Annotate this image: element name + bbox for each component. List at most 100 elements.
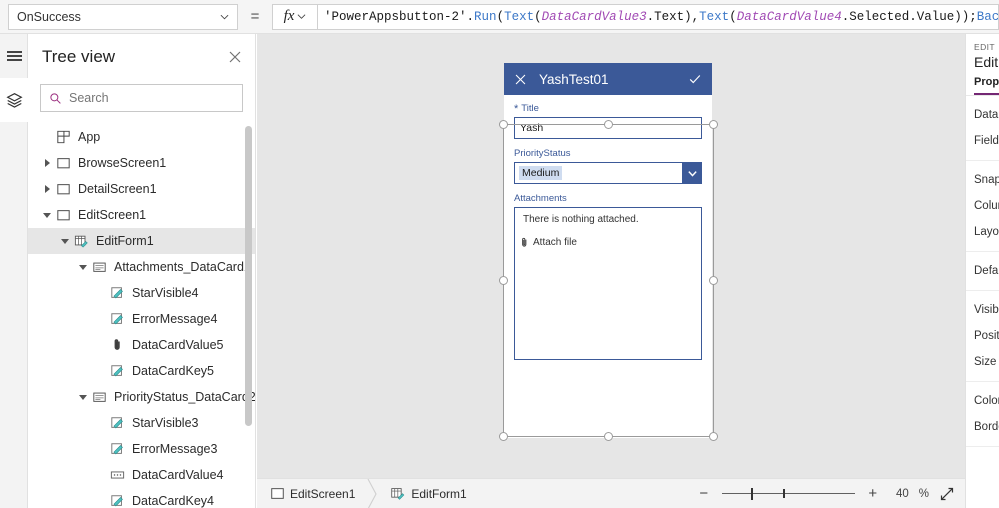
twisty-expanded-icon[interactable]	[58, 228, 72, 254]
resize-handle[interactable]	[498, 431, 508, 441]
tree-item-datacardvalue4[interactable]: DataCardValue4	[28, 462, 255, 488]
tree-item-prioritystatus_datacard2[interactable]: PriorityStatus_DataCard2	[28, 384, 255, 410]
twisty-collapsed-icon[interactable]	[40, 150, 54, 176]
label-icon	[110, 495, 123, 507]
attachments-empty-text: There is nothing attached.	[523, 214, 639, 225]
hamburger-menu-button[interactable]	[0, 34, 28, 78]
breadcrumb-item-screen[interactable]: EditScreen1	[257, 479, 367, 508]
tree-item-errormessage4[interactable]: ErrorMessage4	[28, 306, 255, 332]
breadcrumb-item-form[interactable]: EditForm1	[377, 479, 478, 508]
screen-icon	[271, 488, 284, 499]
tree-item-app[interactable]: App	[28, 124, 255, 150]
checkmark-icon[interactable]	[688, 72, 702, 86]
property-row[interactable]: Position	[966, 323, 999, 349]
tree-item-datacardkey5[interactable]: DataCardKey5	[28, 358, 255, 384]
tree-item-label: DataCardValue5	[132, 338, 224, 352]
close-icon[interactable]	[227, 49, 243, 65]
properties-section: Data sourceFields	[966, 96, 999, 161]
attach-file-button[interactable]: Attach file	[520, 237, 696, 248]
tree-item-label: DataCardValue4	[132, 468, 224, 482]
resize-handle[interactable]	[603, 431, 613, 441]
search-input[interactable]: Search	[40, 84, 243, 112]
powerapps-studio: OnSuccess = fx 'PowerAppsbutton-2'.Run(T…	[0, 0, 999, 508]
tree-item-datacardvalue5[interactable]: DataCardValue5	[28, 332, 255, 358]
tree-item-browsescreen1[interactable]: BrowseScreen1	[28, 150, 255, 176]
property-row[interactable]: Default mode	[966, 258, 999, 284]
zoom-out-button[interactable]: −	[696, 485, 712, 502]
tree-item-editscreen1[interactable]: EditScreen1	[28, 202, 255, 228]
twisty-placeholder	[94, 306, 108, 332]
twisty-expanded-icon[interactable]	[76, 384, 90, 410]
chevron-down-icon	[220, 14, 229, 19]
tab-properties[interactable]: Properties	[974, 76, 999, 95]
resize-handle[interactable]	[708, 119, 718, 129]
resize-handle[interactable]	[708, 275, 718, 285]
property-row[interactable]: Snap to columns	[966, 167, 999, 193]
twisty-collapsed-icon[interactable]	[40, 176, 54, 202]
property-row[interactable]: Color	[966, 388, 999, 414]
tree-item-datacardkey4[interactable]: DataCardKey4	[28, 488, 255, 508]
tree-item-label: EditScreen1	[78, 208, 147, 222]
tree-item-label: ErrorMessage4	[132, 312, 218, 326]
label-icon	[110, 287, 123, 299]
formula-input[interactable]: 'PowerAppsbutton-2'.Run(Text(DataCardVal…	[318, 3, 999, 30]
zoom-slider-thumb[interactable]	[750, 487, 753, 500]
zoom-slider-track	[721, 492, 855, 494]
tree-item-editform1[interactable]: EditForm1	[28, 228, 255, 254]
breadcrumb-form-label: EditForm1	[411, 486, 467, 501]
tree-item-attachments_datacard1[interactable]: Attachments_DataCard1	[28, 254, 255, 280]
twisty-placeholder	[94, 436, 108, 462]
tree-item-starvisible3[interactable]: StarVisible3	[28, 410, 255, 436]
resize-handle[interactable]	[498, 275, 508, 285]
twisty-placeholder	[94, 280, 108, 306]
property-row[interactable]: Layout	[966, 219, 999, 245]
screen-icon	[56, 210, 70, 221]
search-placeholder: Search	[69, 91, 109, 105]
attachments-control[interactable]: There is nothing attached. Attach file	[514, 207, 702, 360]
properties-panel-tabs: Properties	[966, 70, 999, 96]
chevron-down-icon	[297, 14, 306, 19]
tree-item-starvisible4[interactable]: StarVisible4	[28, 280, 255, 306]
property-row[interactable]: Columns	[966, 193, 999, 219]
status-bar: EditScreen1 EditForm1 − + 40 %	[257, 478, 965, 508]
resize-handle[interactable]	[708, 431, 718, 441]
zoom-slider[interactable]	[721, 487, 855, 501]
tree-item-icon	[54, 181, 72, 197]
tree-item-label: BrowseScreen1	[78, 156, 167, 170]
property-row[interactable]: Size	[966, 349, 999, 375]
label-icon	[110, 365, 123, 377]
tree-item-detailscreen1[interactable]: DetailScreen1	[28, 176, 255, 202]
formula-token: .Text)	[646, 9, 692, 24]
tree-scrollbar-thumb[interactable]	[245, 126, 252, 426]
chevron-down-icon	[687, 170, 697, 177]
dropdown-toggle-button[interactable]	[682, 162, 702, 184]
field-prioritystatus-label: PriorityStatus	[514, 148, 702, 159]
breadcrumb: EditScreen1 EditForm1	[257, 478, 479, 508]
properties-section: ColorBorder	[966, 382, 999, 447]
expand-icon[interactable]	[939, 486, 955, 502]
app-canvas[interactable]: YashTest01 * Title Yash PriorityStatus M…	[257, 34, 965, 478]
property-dropdown[interactable]: OnSuccess	[8, 3, 238, 30]
tree-item-label: StarVisible4	[132, 286, 199, 300]
resize-handle[interactable]	[498, 119, 508, 129]
tree-item-icon	[72, 233, 90, 249]
property-row[interactable]: Fields	[966, 128, 999, 154]
twisty-expanded-icon[interactable]	[76, 254, 90, 280]
close-icon[interactable]	[514, 73, 527, 86]
tree-item-errormessage3[interactable]: ErrorMessage3	[28, 436, 255, 462]
treeview-rail-button[interactable]	[0, 78, 28, 122]
zoom-in-button[interactable]: +	[865, 485, 881, 502]
property-row[interactable]: Data source	[966, 102, 999, 128]
tree-item-label: DetailScreen1	[78, 182, 157, 196]
resize-handle[interactable]	[603, 119, 613, 129]
property-row[interactable]: Border	[966, 414, 999, 440]
tree-item-label: App	[78, 130, 101, 144]
fx-button[interactable]: fx	[272, 3, 318, 30]
tree-scrollbar[interactable]	[245, 126, 252, 490]
twisty-expanded-icon[interactable]	[40, 202, 54, 228]
field-attachments: Attachments There is nothing attached. A…	[514, 193, 702, 360]
datacard-icon	[92, 262, 106, 272]
prioritystatus-dropdown[interactable]: Medium	[514, 162, 702, 184]
property-row[interactable]: Visible	[966, 297, 999, 323]
tree-item-label: Attachments_DataCard1	[114, 260, 251, 274]
